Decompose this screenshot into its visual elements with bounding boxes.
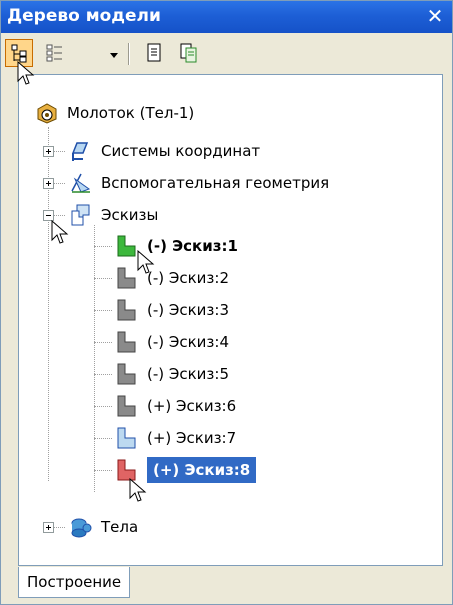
expand-toggle[interactable]	[43, 178, 54, 189]
auxiliary-geometry-icon	[71, 173, 91, 193]
tree-line	[94, 470, 112, 471]
chevron-down-icon[interactable]	[110, 53, 118, 58]
mouse-cursor-icon	[137, 250, 155, 274]
sketch-label: (-) Эскиз:3	[147, 301, 229, 319]
coordinate-system-icon	[71, 142, 89, 161]
sketch-icon	[117, 395, 136, 417]
sketch-icon	[117, 331, 136, 353]
tree-line	[94, 438, 112, 439]
sketch-label: (+) Эскиз:6	[147, 397, 237, 415]
title-bar[interactable]: Дерево модели ✕	[1, 1, 452, 33]
expand-toggle[interactable]	[43, 522, 54, 533]
sketch-label: (-) Эскиз:5	[147, 365, 229, 383]
tree-line	[94, 225, 95, 492]
sketch-label: (-) Эскиз:2	[147, 269, 229, 287]
tree-item-label: Тела	[101, 518, 139, 536]
sketch-icon	[117, 427, 136, 449]
toolbar	[5, 35, 448, 73]
sketch-icon	[117, 267, 136, 289]
tab-bar: Построение	[1, 567, 452, 604]
part-icon	[37, 103, 57, 124]
mouse-cursor-icon	[129, 478, 147, 502]
document-icon	[147, 43, 161, 62]
tree-line	[94, 342, 112, 343]
list-mode-button[interactable]	[41, 39, 69, 67]
document-copy-button[interactable]	[175, 39, 203, 67]
tree-line	[94, 374, 112, 375]
tree-item-label: Эскизы	[101, 206, 159, 224]
tree-line	[94, 310, 112, 311]
tree-line	[53, 183, 65, 184]
mouse-cursor-icon	[51, 220, 69, 244]
list-mode-icon	[46, 44, 62, 62]
sketch-icon	[117, 363, 136, 385]
document-button[interactable]	[141, 39, 169, 67]
bodies-icon	[71, 518, 92, 538]
tree-line	[94, 406, 112, 407]
mouse-cursor-icon	[17, 61, 35, 85]
expand-toggle[interactable]	[43, 146, 54, 157]
sketch-icon	[117, 299, 136, 321]
sketch-label: (-) Эскиз:4	[147, 333, 229, 351]
sketch-icon	[117, 235, 136, 257]
sketch-label: (-) Эскиз:1	[147, 237, 238, 255]
tree-root-label: Молоток (Тел-1)	[67, 104, 195, 122]
toolbar-separator	[128, 43, 130, 65]
close-button[interactable]: ✕	[424, 4, 446, 28]
tree-line	[94, 246, 112, 247]
tab-construction[interactable]: Построение	[18, 567, 131, 598]
tree-line	[53, 151, 65, 152]
tree-line	[53, 527, 65, 528]
window-title: Дерево модели	[7, 6, 161, 26]
document-copy-icon	[180, 43, 197, 63]
tree-item-label: Системы координат	[101, 142, 261, 160]
tree-line	[94, 278, 112, 279]
sketch-label: (+) Эскиз:7	[147, 429, 237, 447]
sketches-icon	[71, 204, 90, 226]
model-tree-window: Дерево модели ✕ Молоток (Тел-1) Системы …	[0, 0, 453, 605]
sketch-label-selected: (+) Эскиз:8	[147, 457, 257, 483]
tree-line	[53, 215, 65, 216]
tree-item-label: Вспомогательная геометрия	[101, 174, 330, 192]
model-tree[interactable]: Молоток (Тел-1) Системы координат Вспомо…	[18, 74, 443, 566]
